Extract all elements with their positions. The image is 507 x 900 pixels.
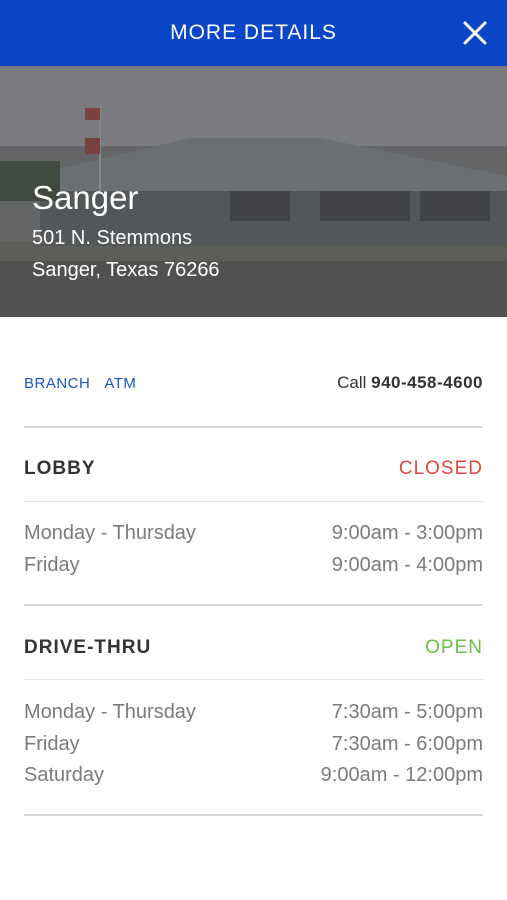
atm-link[interactable]: ATM: [104, 375, 136, 392]
hours-row: Monday - Thursday 7:30am - 5:00pm: [24, 697, 483, 729]
hours-time: 7:30am - 5:00pm: [331, 701, 483, 724]
lobby-status-badge: CLOSED: [398, 458, 483, 479]
hours-row: Monday - Thursday 9:00am - 3:00pm: [24, 518, 483, 550]
address-line-1: 501 N. Stemmons: [32, 227, 193, 249]
hours-row: Friday 7:30am - 6:00pm: [24, 729, 483, 761]
address-line-2: Sanger, Texas 76266: [32, 259, 220, 281]
hours-time: 9:00am - 3:00pm: [331, 522, 483, 545]
top-bar: MORE DETAILS: [0, 0, 507, 66]
hours-days: Friday: [24, 732, 80, 755]
branch-name: Sanger: [32, 179, 139, 216]
hours-days: Saturday: [24, 764, 105, 787]
lobby-hours: Monday - Thursday 9:00am - 3:00pm Friday…: [24, 518, 483, 581]
drive-thru-status-badge: OPEN: [425, 637, 483, 658]
page-title: MORE DETAILS: [170, 21, 337, 44]
divider: [24, 679, 483, 680]
lobby-title: LOBBY: [24, 458, 96, 479]
hours-row: Friday 9:00am - 4:00pm: [24, 550, 483, 582]
drive-thru-title: DRIVE-THRU: [24, 637, 152, 658]
hours-days: Friday: [24, 553, 80, 576]
hours-row: Saturday 9:00am - 12:00pm: [24, 760, 483, 792]
divider: [24, 426, 483, 428]
branch-hero: Sanger 501 N. Stemmons Sanger, Texas 762…: [0, 66, 507, 317]
lobby-header: LOBBY CLOSED: [24, 454, 483, 484]
phone-number: 940-458-4600: [371, 373, 483, 392]
branch-link[interactable]: BRANCH: [24, 375, 90, 392]
branch-info-row: BRANCH ATM Call 940-458-4600: [24, 368, 483, 398]
drive-thru-hours: Monday - Thursday 7:30am - 5:00pm Friday…: [24, 697, 483, 792]
call-prefix: Call: [337, 373, 367, 392]
hours-days: Monday - Thursday: [24, 701, 196, 724]
hours-time: 7:30am - 6:00pm: [331, 732, 483, 755]
hours-days: Monday - Thursday: [24, 522, 196, 545]
hours-time: 9:00am - 12:00pm: [320, 764, 483, 787]
divider: [24, 604, 483, 606]
divider: [24, 501, 483, 502]
call-button[interactable]: Call 940-458-4600: [337, 373, 483, 393]
hours-time: 9:00am - 4:00pm: [331, 553, 483, 576]
drive-thru-header: DRIVE-THRU OPEN: [24, 633, 483, 663]
divider: [24, 814, 483, 816]
close-icon[interactable]: [461, 19, 489, 47]
